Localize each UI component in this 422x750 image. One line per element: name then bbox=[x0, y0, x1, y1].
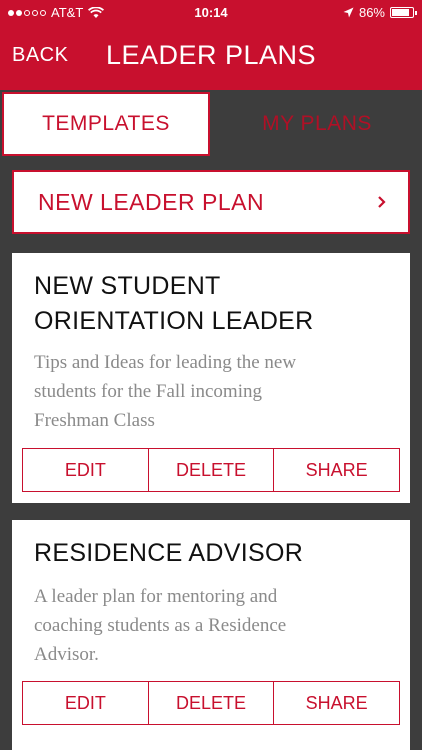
location-arrow-icon bbox=[343, 7, 354, 18]
plan-card: NEW STUDENT ORIENTATION LEADER Tips and … bbox=[12, 253, 410, 503]
header: AT&T 10:14 86% BACK LEADER PLANS bbox=[0, 0, 422, 90]
card-description-line: A leader plan for mentoring and bbox=[34, 586, 278, 607]
card-description-line: coaching students as a Residence bbox=[34, 615, 287, 636]
edit-button[interactable]: EDIT bbox=[23, 449, 149, 491]
card-actions: EDIT DELETE SHARE bbox=[22, 681, 400, 725]
status-right: 86% bbox=[343, 5, 417, 20]
card-title-line: ORIENTATION LEADER bbox=[34, 307, 314, 335]
share-button[interactable]: SHARE bbox=[274, 682, 399, 724]
page-title: LEADER PLANS bbox=[0, 40, 422, 71]
plan-card: RESIDENCE ADVISOR A leader plan for ment… bbox=[12, 520, 410, 750]
edit-button[interactable]: EDIT bbox=[23, 682, 149, 724]
card-description-line: Freshman Class bbox=[34, 410, 155, 431]
chevron-right-icon bbox=[378, 196, 386, 208]
delete-button[interactable]: DELETE bbox=[149, 682, 275, 724]
battery-percent: 86% bbox=[358, 5, 385, 20]
tab-my-plans[interactable]: MY PLANS bbox=[212, 90, 422, 157]
card-title-line: RESIDENCE ADVISOR bbox=[34, 539, 304, 567]
battery-icon bbox=[390, 7, 417, 18]
share-button[interactable]: SHARE bbox=[274, 449, 399, 491]
battery-level bbox=[392, 9, 410, 16]
tab-bar: TEMPLATES MY PLANS bbox=[0, 90, 422, 157]
card-actions: EDIT DELETE SHARE bbox=[22, 448, 400, 492]
delete-button[interactable]: DELETE bbox=[149, 449, 275, 491]
tab-templates[interactable]: TEMPLATES bbox=[2, 92, 210, 156]
status-bar: AT&T 10:14 86% bbox=[0, 0, 422, 26]
new-leader-plan-label: NEW LEADER PLAN bbox=[38, 188, 265, 215]
card-description-line: Tips and Ideas for leading the new bbox=[34, 352, 297, 373]
card-title-line: NEW STUDENT bbox=[34, 272, 221, 300]
page-title-text: LEADER PLANS bbox=[105, 40, 317, 70]
card-description-line: Advisor. bbox=[34, 644, 99, 665]
new-leader-plan-button[interactable]: NEW LEADER PLAN bbox=[12, 170, 410, 234]
card-description-line: students for the Fall incoming bbox=[34, 381, 262, 402]
